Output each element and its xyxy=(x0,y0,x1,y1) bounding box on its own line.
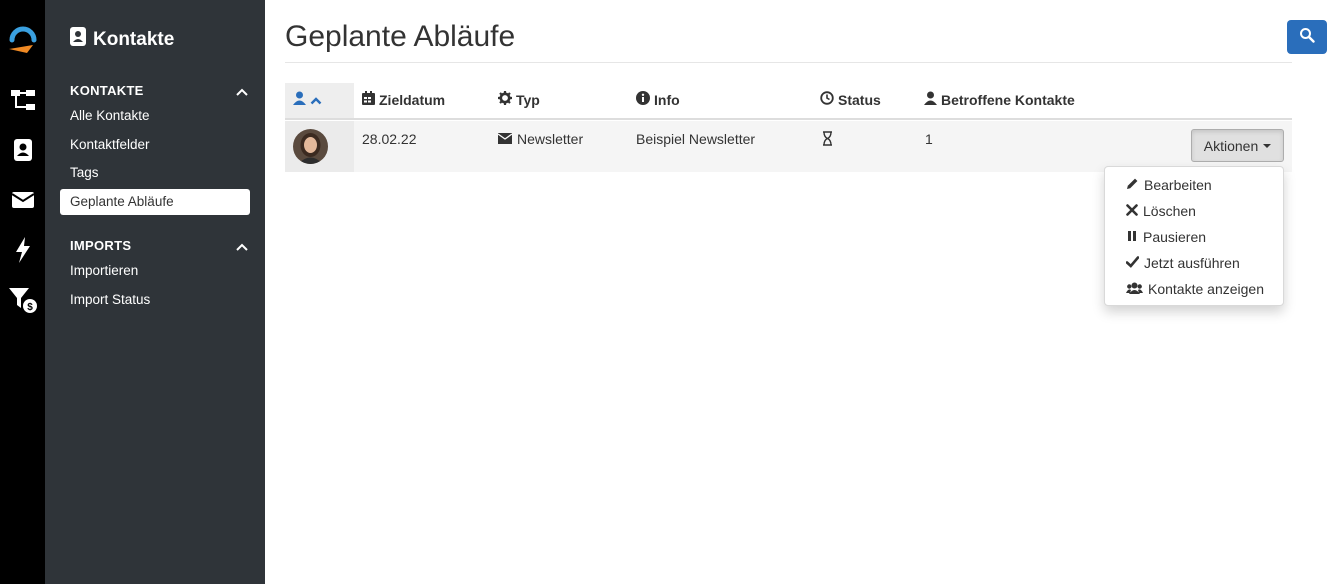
menu-item-loeschen-label: Löschen xyxy=(1143,203,1196,219)
users-icon xyxy=(1126,281,1143,297)
sidebar-section-imports[interactable]: IMPORTS xyxy=(70,238,131,253)
caret-down-icon xyxy=(1263,143,1272,148)
th-contact-sort[interactable] xyxy=(285,83,354,118)
gear-icon xyxy=(498,83,512,118)
main-content: Geplante Abläufe Zieldatum Typ Info Stat… xyxy=(285,0,1292,584)
menu-item-loeschen[interactable]: Löschen xyxy=(1105,198,1283,224)
actions-dropdown-menu: Bearbeiten Löschen Pausieren Jetzt ausfü… xyxy=(1104,166,1284,306)
pause-icon xyxy=(1126,229,1138,245)
sidebar-item-geplante-ablaeufe[interactable]: Geplante Abläufe xyxy=(60,189,250,215)
sidebar-item-alle-kontakte[interactable]: Alle Kontakte xyxy=(60,103,250,129)
search-button[interactable] xyxy=(1287,20,1327,54)
menu-item-jetzt-ausfuehren-label: Jetzt ausführen xyxy=(1144,255,1240,271)
user-icon xyxy=(293,83,306,118)
contacts-icon[interactable] xyxy=(0,130,45,170)
sidebar-title: Kontakte xyxy=(70,27,174,52)
search-icon xyxy=(1299,27,1315,48)
chevron-up-icon[interactable] xyxy=(235,84,249,102)
th-zieldatum[interactable]: Zieldatum xyxy=(362,83,445,118)
th-betroffene-kontakte[interactable]: Betroffene Kontakte xyxy=(924,83,1075,118)
menu-item-bearbeiten-label: Bearbeiten xyxy=(1144,177,1212,193)
filter-dollar-icon[interactable]: $ xyxy=(0,280,45,320)
chevron-up-icon[interactable] xyxy=(235,239,249,257)
cell-betroffene-kontakte: 1 xyxy=(925,131,933,147)
sidebar-section-kontakte[interactable]: KONTAKTE xyxy=(70,83,144,98)
th-status[interactable]: Status xyxy=(820,83,881,118)
avatar-cell xyxy=(285,121,354,172)
contacts-icon xyxy=(70,27,86,52)
sidebar-title-label: Kontakte xyxy=(93,28,175,50)
avatar xyxy=(293,129,328,164)
hourglass-icon xyxy=(822,131,833,146)
sidebar-item-tags[interactable]: Tags xyxy=(60,160,250,186)
actions-dropdown-button[interactable]: Aktionen xyxy=(1191,129,1284,162)
app: $ Kontakte KONTAKTE Alle Kontakte Kontak… xyxy=(0,0,1342,584)
cell-info: Beispiel Newsletter xyxy=(636,131,756,147)
table-header: Zieldatum Typ Info Status Betroffene Kon… xyxy=(285,83,1292,120)
menu-item-pausieren-label: Pausieren xyxy=(1143,229,1207,245)
envelope-icon xyxy=(497,131,513,147)
mail-icon[interactable] xyxy=(0,180,45,220)
th-info[interactable]: Info xyxy=(636,83,680,118)
workflow-icon[interactable] xyxy=(0,80,45,120)
th-betroffene-kontakte-label: Betroffene Kontakte xyxy=(941,92,1075,108)
title-divider xyxy=(285,62,1292,63)
cell-zieldatum: 28.02.22 xyxy=(362,131,417,147)
info-icon xyxy=(636,83,650,118)
menu-item-pausieren[interactable]: Pausieren xyxy=(1105,224,1283,250)
sort-asc-icon xyxy=(310,83,322,118)
svg-text:$: $ xyxy=(27,302,33,313)
user-icon xyxy=(924,83,937,118)
th-zieldatum-label: Zieldatum xyxy=(379,92,446,108)
cell-typ: Newsletter xyxy=(497,131,584,147)
table-row[interactable]: 28.02.22 Newsletter Beispiel Newsletter … xyxy=(285,121,1292,172)
sidebar: Kontakte KONTAKTE Alle Kontakte Kontaktf… xyxy=(45,0,265,584)
sidebar-item-import-status[interactable]: Import Status xyxy=(60,287,250,313)
sidebar-item-kontaktfelder[interactable]: Kontaktfelder xyxy=(60,132,250,158)
page-title: Geplante Abläufe xyxy=(285,20,516,53)
th-typ[interactable]: Typ xyxy=(498,83,540,118)
sidebar-item-importieren[interactable]: Importieren xyxy=(60,258,250,284)
pencil-icon xyxy=(1126,177,1139,193)
th-status-label: Status xyxy=(838,92,881,108)
bolt-icon[interactable] xyxy=(0,230,45,270)
app-logo-icon[interactable] xyxy=(0,20,45,60)
th-typ-label: Typ xyxy=(516,92,540,108)
menu-item-jetzt-ausfuehren[interactable]: Jetzt ausführen xyxy=(1105,250,1283,276)
checkmark-icon xyxy=(1125,255,1140,271)
close-icon xyxy=(1126,203,1138,219)
th-info-label: Info xyxy=(654,92,680,108)
actions-button-label: Aktionen xyxy=(1203,137,1259,154)
menu-item-kontakte-anzeigen[interactable]: Kontakte anzeigen xyxy=(1105,276,1283,302)
clock-icon xyxy=(820,83,834,118)
menu-item-kontakte-anzeigen-label: Kontakte anzeigen xyxy=(1148,281,1264,297)
cell-typ-label: Newsletter xyxy=(517,131,584,147)
icon-rail: $ xyxy=(0,0,45,584)
calendar-icon xyxy=(362,83,375,118)
menu-item-bearbeiten[interactable]: Bearbeiten xyxy=(1105,172,1283,198)
